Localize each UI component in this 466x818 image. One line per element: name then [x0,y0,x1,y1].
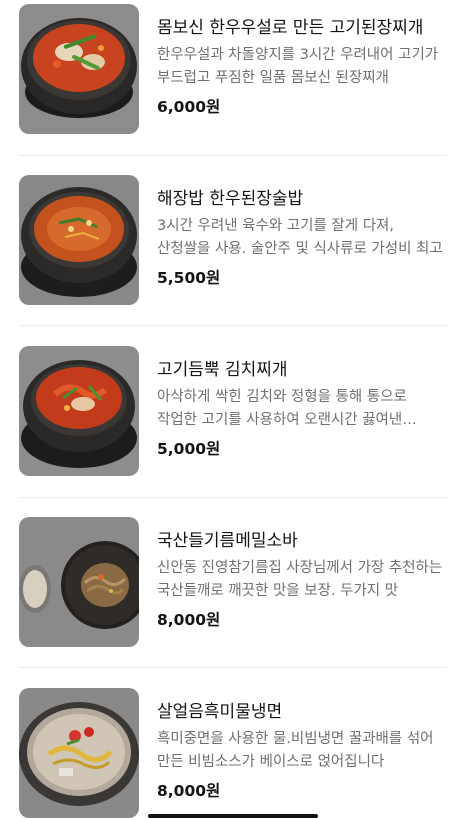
menu-item-info: 국산들기름메밀소바 신안동 진영참기름집 사장님께서 가장 추천하는 국산들깨로… [157,517,449,631]
menu-list: 몸보신 한우우설로 만든 고기된장찌개 한우우설과 차돌양지를 3시간 우려내어… [0,0,466,818]
perilla-soba-photo [19,517,139,647]
kimchi-jjigae-photo [19,346,139,476]
menu-item-description: 아삭하게 싹힌 김치와 정형을 통해 통으로 작업한 고기를 사용하여 오랜시간… [157,389,407,428]
menu-item-price: 8,000원 [157,611,221,629]
menu-item-description: 신안동 진영참기름집 사장님께서 가장 추천하는 국산들깨로 깨끗한 맛을 보장… [157,560,443,599]
naengmyeon-photo [19,688,139,818]
doenjang-jjigae-photo [19,4,139,134]
divider [19,325,447,326]
menu-item-naengmyeon[interactable]: 살얼음흑미물냉면 흑미중면을 사용한 물.비빔냉면 꿀과배를 섞어 만든 비빔소… [0,688,466,818]
menu-item-info: 살얼음흑미물냉면 흑미중면을 사용한 물.비빔냉면 꿀과배를 섞어 만든 비빔소… [157,688,449,802]
menu-item-price: 5,000원 [157,440,221,458]
menu-item-doenjang-jjigae[interactable]: 몸보신 한우우설로 만든 고기된장찌개 한우우설과 차돌양지를 3시간 우려내어… [0,4,466,174]
menu-item-doenjang-sulbap[interactable]: 해장밥 한우된장술밥 3시간 우려낸 육수와 고기를 잘게 다져, 산청쌀을 사… [0,175,466,345]
menu-item-name: 고기듬뿍 김치찌개 [157,360,288,380]
menu-item-price: 8,000원 [157,782,221,800]
menu-item-price: 6,000원 [157,98,221,116]
divider [19,497,447,498]
menu-item-description: 한우우설과 차돌양지를 3시간 우려내어 고기가 부드럽고 푸짐한 일품 몸보신… [157,47,439,86]
menu-item-name: 해장밥 한우된장술밥 [157,189,304,209]
menu-item-description: 3시간 우려낸 육수와 고기를 잘게 다져, 산청쌀을 사용. 술안주 및 식사… [157,218,443,257]
menu-item-name: 몸보신 한우우설로 만든 고기된장찌개 [157,18,424,38]
divider [19,155,447,156]
menu-item-info: 해장밥 한우된장술밥 3시간 우려낸 육수와 고기를 잘게 다져, 산청쌀을 사… [157,175,449,289]
divider [19,667,447,668]
home-indicator-bar [148,814,318,818]
menu-item-kimchi-jjigae[interactable]: 고기듬뿍 김치찌개 아삭하게 싹힌 김치와 정형을 통해 통으로 작업한 고기를… [0,346,466,516]
menu-item-perilla-soba[interactable]: 국산들기름메밀소바 신안동 진영참기름집 사장님께서 가장 추천하는 국산들깨로… [0,517,466,687]
menu-item-info: 몸보신 한우우설로 만든 고기된장찌개 한우우설과 차돌양지를 3시간 우려내어… [157,4,449,118]
menu-item-price: 5,500원 [157,269,221,287]
menu-item-name: 살얼음흑미물냉면 [157,702,283,722]
doenjang-sulbap-photo [19,175,139,305]
menu-item-name: 국산들기름메밀소바 [157,531,298,551]
menu-item-info: 고기듬뿍 김치찌개 아삭하게 싹힌 김치와 정형을 통해 통으로 작업한 고기를… [157,346,449,460]
menu-item-description: 흑미중면을 사용한 물.비빔냉면 꿀과배를 섞어 만든 비빔소스가 베이스로 얹… [157,731,434,770]
